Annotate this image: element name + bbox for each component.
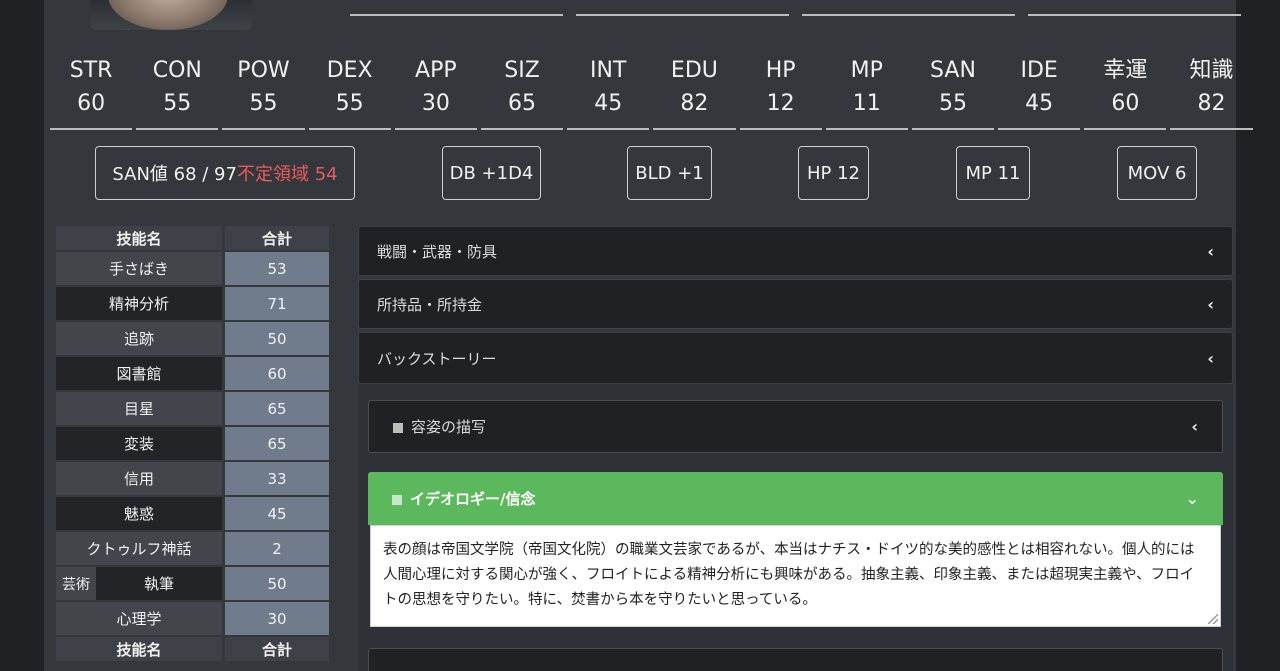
stat-int: INT 45: [565, 56, 651, 130]
chevron-down-icon: ⌄: [1185, 489, 1199, 508]
damage-bonus-box: DB +1D4: [442, 146, 541, 200]
stat-dex: DEX 55: [307, 56, 393, 130]
accordion-next[interactable]: [368, 648, 1223, 671]
skill-total[interactable]: 2: [225, 532, 329, 565]
ideology-textarea[interactable]: 表の顔は帝国文学院（帝国文化院）の職業文芸家であるが、本当はナチス・ドイツ的な美…: [370, 525, 1221, 627]
skill-row: 手さばき 53: [56, 252, 332, 285]
skill-row: 図書館 60: [56, 357, 332, 390]
profile-field-4[interactable]: [1028, 0, 1241, 16]
profile-field-3[interactable]: [802, 0, 1015, 16]
skill-row: 芸術 執筆 50: [56, 567, 332, 600]
stat-edu: EDU 82: [651, 56, 737, 130]
accordion-ideology[interactable]: イデオロギー/信念 ⌄: [368, 472, 1223, 525]
skill-total[interactable]: 30: [225, 602, 329, 635]
mp-box: MP 11: [956, 146, 1030, 200]
stat-mp: MP 11: [824, 56, 910, 130]
stat-luck: 幸運 60: [1082, 56, 1168, 130]
indefinite-insanity: 不定領域 54: [236, 164, 338, 185]
stat-app: APP 30: [393, 56, 479, 130]
skill-row: 追跡 50: [56, 322, 332, 355]
skill-category: 芸術: [62, 576, 90, 593]
square-icon: [393, 422, 403, 433]
chevron-left-icon: ‹: [1207, 348, 1214, 368]
chevron-left-icon: ‹: [1207, 241, 1214, 261]
move-box: MOV 6: [1117, 146, 1197, 200]
stat-str: STR 60: [48, 56, 134, 130]
hp-box: HP 12: [798, 146, 869, 200]
skill-total[interactable]: 45: [225, 497, 329, 530]
skill-total[interactable]: 53: [225, 252, 329, 285]
skill-total[interactable]: 71: [225, 287, 329, 320]
san-box: SAN値 68 / 97 不定領域 54: [95, 146, 355, 200]
ability-stats: STR 60 CON 55 POW 55 DEX 55 APP 30 SIZ 65 INT 4…: [48, 56, 1255, 130]
skills-header: 技能名 合計: [56, 226, 332, 250]
stat-siz: SIZ 65: [479, 56, 565, 130]
profile-field-1[interactable]: [350, 0, 563, 16]
accordion-appearance[interactable]: 容姿の描写 ‹: [368, 400, 1223, 453]
character-portrait: [90, 0, 252, 30]
build-box: BLD +1: [627, 146, 712, 200]
skill-total[interactable]: 60: [225, 357, 329, 390]
skills-table: 技能名 合計 手さばき 53 精神分析 71 追跡 50 図書館 60 目星 65 変装 6…: [56, 226, 332, 663]
accordion-backstory[interactable]: バックストーリー ‹: [358, 332, 1233, 384]
skill-total[interactable]: 33: [225, 462, 329, 495]
profile-field-2[interactable]: [576, 0, 789, 16]
square-icon: [392, 494, 402, 505]
stat-know: 知識 82: [1168, 56, 1254, 130]
skill-total[interactable]: 50: [225, 322, 329, 355]
skill-total[interactable]: 50: [225, 567, 329, 600]
skill-row: 魅惑 45: [56, 497, 332, 530]
chevron-left-icon: ‹: [1191, 417, 1198, 436]
skill-row: 目星 65: [56, 392, 332, 425]
skills-footer: 技能名 合計: [56, 637, 332, 661]
skill-specialty: 執筆: [96, 567, 222, 600]
left-gutter: [0, 0, 44, 671]
skill-row: 変装 65: [56, 427, 332, 460]
skill-total[interactable]: 65: [225, 427, 329, 460]
skill-row: クトゥルフ神話 2: [56, 532, 332, 565]
skill-row: 心理学 30: [56, 602, 332, 635]
skill-row: 信用 33: [56, 462, 332, 495]
stat-con: CON 55: [134, 56, 220, 130]
stat-ide: IDE 45: [996, 56, 1082, 130]
stat-pow: POW 55: [220, 56, 306, 130]
skill-total[interactable]: 65: [225, 392, 329, 425]
san-value: SAN値 68 / 97: [112, 164, 237, 185]
portrait-face: [108, 0, 228, 30]
skill-row: 精神分析 71: [56, 287, 332, 320]
stat-hp: HP 12: [738, 56, 824, 130]
resize-handle-icon[interactable]: [1208, 614, 1218, 624]
stat-san: SAN 55: [910, 56, 996, 130]
chevron-left-icon: ‹: [1207, 294, 1214, 314]
accordion-combat[interactable]: 戦闘・武器・防具 ‹: [358, 226, 1233, 276]
accordion-possessions[interactable]: 所持品・所持金 ‹: [358, 279, 1233, 329]
